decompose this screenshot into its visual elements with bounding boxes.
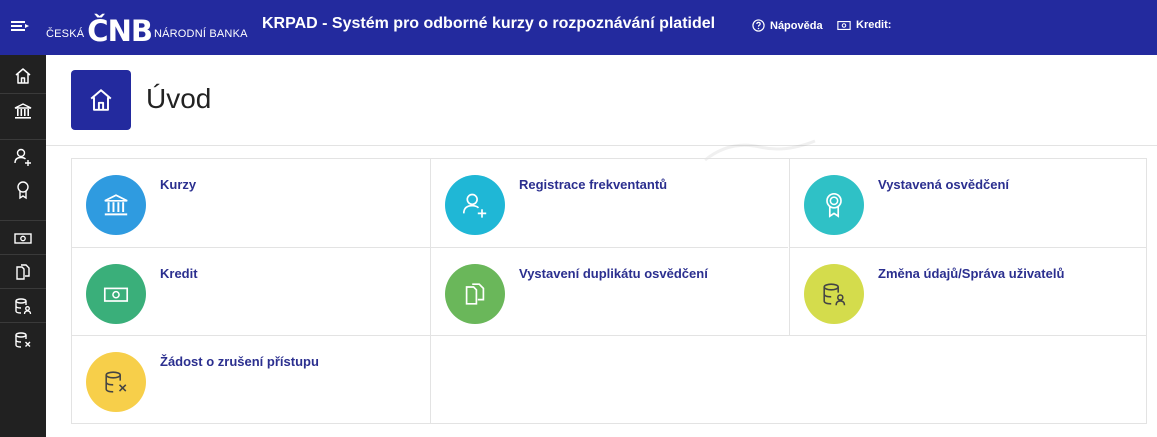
logo-cnb-text: ČNB [87, 14, 153, 48]
tile-certificates[interactable]: Vystavená osvědčení [789, 159, 1147, 247]
sidebar-item-duplicate[interactable] [0, 254, 46, 288]
tile-icon-circle [86, 264, 146, 324]
credit-label: Kredit: [856, 19, 892, 31]
tile-duplicate[interactable]: Vystavení duplikátu osvědčení [430, 247, 788, 335]
help-label: Nápověda [770, 19, 823, 32]
logo-ceska-text: ČESKÁ [46, 28, 85, 40]
award-icon [17, 181, 29, 200]
page-header-icon [71, 70, 131, 130]
help-link[interactable]: Nápověda [752, 19, 823, 32]
page-title: Úvod [146, 83, 212, 114]
tile-icon-circle [445, 175, 505, 235]
tile-label: Žádost o zrušení přístupu [160, 354, 319, 369]
tile-user-management[interactable]: Změna údajů/Správa uživatelů [789, 247, 1147, 335]
sidebar-item-registration[interactable] [0, 139, 46, 173]
user-add-icon [14, 148, 31, 166]
user-add-icon [462, 193, 487, 218]
tile-credit[interactable]: Kredit [72, 247, 430, 335]
home-icon [15, 68, 31, 84]
credit-link[interactable]: Kredit: [837, 19, 891, 31]
database-user-icon [15, 297, 32, 314]
tile-access-cancel[interactable]: Žádost o zrušení přístupu [72, 335, 430, 424]
award-icon [826, 192, 842, 218]
tile-icon-circle [804, 175, 864, 235]
page-header: Úvod [46, 55, 1157, 146]
sidebar-item-access-cancel[interactable] [0, 322, 46, 356]
help-icon [752, 19, 765, 32]
top-bar: ČESKÁ ČNB NÁRODNÍ BANKA KRPAD - Systém p… [0, 0, 1157, 55]
tile-label: Vystavení duplikátu osvědčení [519, 266, 708, 281]
database-remove-icon [15, 331, 31, 348]
logo-narodni-text: NÁRODNÍ BANKA [153, 28, 248, 40]
database-user-icon [823, 283, 846, 306]
tile-icon-circle [445, 264, 505, 324]
sidebar-item-credit[interactable] [0, 220, 46, 254]
duplicate-doc-icon [16, 263, 30, 280]
tile-label: Vystavená osvědčení [878, 177, 1010, 192]
tile-icon-circle [86, 175, 146, 235]
tile-courses[interactable]: Kurzy [72, 159, 430, 247]
tile-label: Kurzy [160, 177, 197, 192]
sidebar-item-certificates[interactable] [0, 173, 46, 207]
tile-icon-circle [86, 352, 146, 412]
sidebar [0, 55, 46, 437]
tile-label: Kredit [160, 266, 198, 281]
empty-grid-cell [430, 335, 1147, 424]
duplicate-doc-icon [465, 283, 485, 305]
menu-toggle-icon[interactable] [8, 14, 32, 38]
sidebar-item-courses[interactable] [0, 93, 46, 127]
database-remove-icon [105, 371, 127, 393]
banknote-icon [837, 20, 851, 30]
sidebar-item-home[interactable] [0, 59, 46, 93]
tile-label: Registrace frekventantů [519, 177, 668, 192]
banknote-icon [14, 232, 32, 244]
tile-registration[interactable]: Registrace frekventantů [430, 159, 788, 247]
sidebar-item-user-management[interactable] [0, 288, 46, 322]
cnb-logo[interactable]: ČESKÁ ČNB NÁRODNÍ BANKA [46, 12, 248, 46]
banknote-icon [103, 287, 129, 302]
tile-icon-circle [804, 264, 864, 324]
home-icon [90, 89, 112, 111]
app-title: KRPAD - Systém pro odborné kurzy o rozpo… [262, 15, 716, 32]
bank-icon [104, 194, 128, 216]
module-grid: Kurzy Registrace frekventantů Vystavená … [71, 158, 1147, 424]
bank-icon [14, 102, 32, 119]
tile-label: Změna údajů/Správa uživatelů [878, 266, 1065, 281]
